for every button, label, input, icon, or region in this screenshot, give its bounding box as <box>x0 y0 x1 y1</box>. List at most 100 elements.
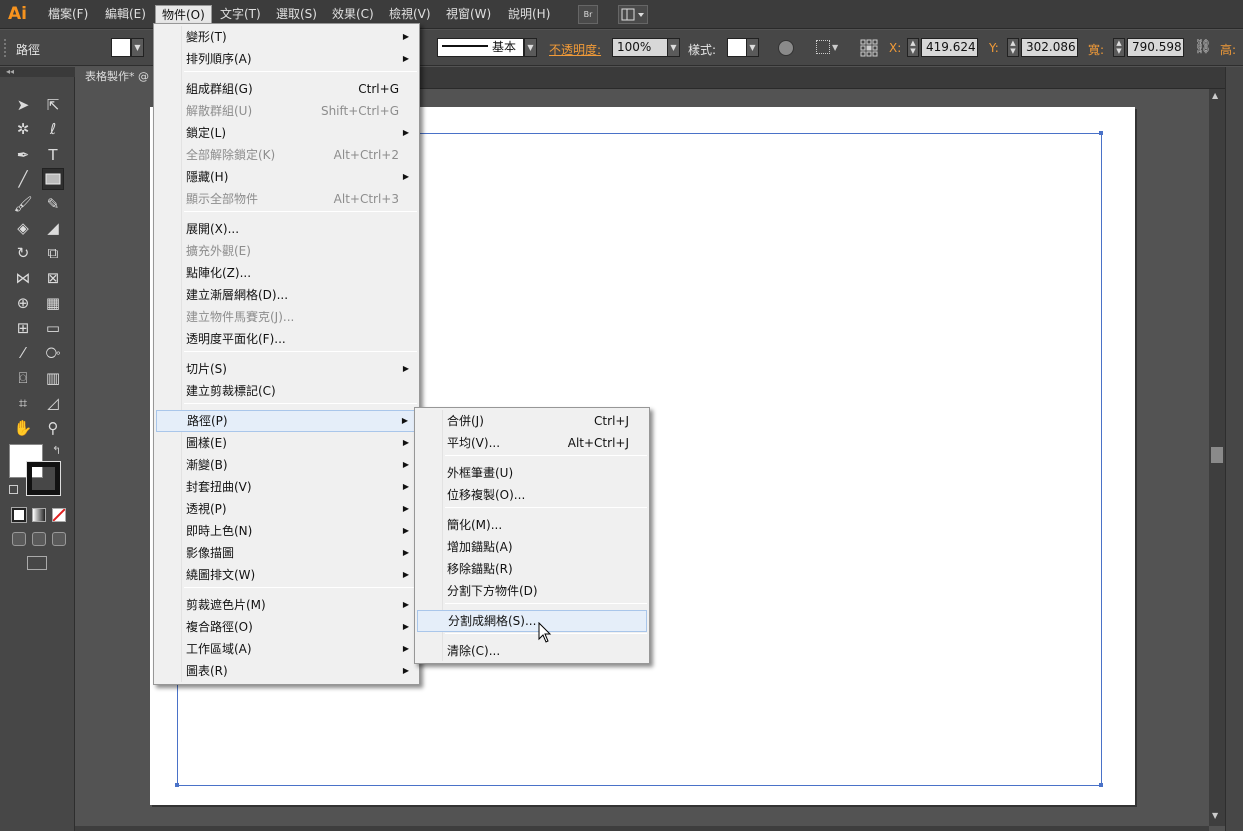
object-menu-item[interactable]: 複合路徑(O) ▶ <box>156 616 417 638</box>
scroll-down-icon[interactable]: ▼ <box>1212 811 1218 820</box>
symbol-sprayer-tool-icon[interactable]: ⌼ <box>12 367 34 389</box>
object-menu-item[interactable]: 變形(T) ▶ <box>156 26 417 48</box>
stroke-style-field[interactable]: 基本 <box>437 38 524 57</box>
align-to-dropdown-icon[interactable]: ▼ <box>832 43 838 52</box>
object-menu-item[interactable]: 封套扭曲(V) ▶ <box>156 476 417 498</box>
object-menu-item[interactable]: 繞圖排文(W) ▶ <box>156 564 417 586</box>
free-transform-tool-icon[interactable]: ⊠ <box>42 267 64 289</box>
path-submenu-item[interactable]: 合併(J) Ctrl+J <box>417 410 647 432</box>
fill-dropdown[interactable]: ▼ <box>131 38 144 57</box>
horizontal-scrollbar[interactable] <box>75 826 1209 831</box>
selection-tool-icon[interactable]: ➤ <box>12 94 34 116</box>
default-colors-icon[interactable] <box>9 485 18 494</box>
pencil-tool-icon[interactable]: ✎ <box>42 193 64 215</box>
draw-behind-icon[interactable] <box>32 532 46 546</box>
vertical-scroll-thumb[interactable] <box>1211 447 1223 463</box>
scale-tool-icon[interactable]: ⧉ <box>42 242 64 264</box>
gradient-mode-icon[interactable] <box>32 508 46 522</box>
x-field[interactable]: 419.624 <box>921 38 978 57</box>
object-menu-item[interactable]: 透視(P) ▶ <box>156 498 417 520</box>
object-menu-item[interactable]: 隱藏(H) ▶ <box>156 166 417 188</box>
path-submenu-item[interactable]: 位移複製(O)... <box>417 484 647 506</box>
fill-swatch[interactable] <box>111 38 131 57</box>
workspace-layout-icon[interactable] <box>618 5 648 24</box>
object-menu-item[interactable]: 點陣化(Z)... <box>156 262 417 284</box>
none-mode-icon[interactable] <box>52 508 66 522</box>
width-tool-icon[interactable]: ⋈ <box>12 267 34 289</box>
artboard-tool-icon[interactable]: ⌗ <box>12 392 34 414</box>
recolor-icon[interactable] <box>778 40 794 56</box>
menu-window[interactable]: 視窗(W) <box>440 5 497 24</box>
menu-edit[interactable]: 編輯(E) <box>99 5 152 24</box>
x-stepper[interactable]: ▲ ▼ <box>907 38 919 57</box>
stroke-color-icon[interactable] <box>26 461 61 496</box>
menu-effect[interactable]: 效果(C) <box>326 5 380 24</box>
object-menu-item[interactable]: 路徑(P) ▶ <box>156 410 417 432</box>
y-stepper[interactable]: ▲ ▼ <box>1007 38 1019 57</box>
style-swatch[interactable] <box>727 38 747 57</box>
perspective-grid-tool-icon[interactable]: ▦ <box>42 292 64 314</box>
object-menu-item[interactable]: 影像描圖 ▶ <box>156 542 417 564</box>
opacity-label[interactable]: 不透明度: <box>549 41 601 58</box>
align-to-icon[interactable] <box>816 40 830 54</box>
scroll-up-icon[interactable]: ▲ <box>1212 91 1218 100</box>
rotate-tool-icon[interactable]: ↻ <box>12 242 34 264</box>
object-menu-item[interactable]: 圖樣(E) ▶ <box>156 432 417 454</box>
paintbrush-tool-icon[interactable]: 🖌 <box>12 193 34 215</box>
screen-mode-icon[interactable] <box>27 556 47 570</box>
color-mode-icon[interactable] <box>11 507 27 523</box>
draw-inside-icon[interactable] <box>52 532 66 546</box>
menu-help[interactable]: 說明(H) <box>502 5 556 24</box>
constrain-link-icon[interactable]: ⛓ <box>1194 39 1212 55</box>
collapse-panel-icon[interactable]: ◂◂ <box>0 67 75 77</box>
column-graph-tool-icon[interactable]: ▥ <box>42 367 64 389</box>
bridge-icon[interactable]: Br <box>578 5 598 24</box>
hand-tool-icon[interactable]: ✋ <box>12 417 34 439</box>
object-menu-item[interactable]: 建立漸層網格(D)... <box>156 284 417 306</box>
draw-normal-icon[interactable] <box>12 532 26 546</box>
object-menu-item[interactable]: 透明度平面化(F)... <box>156 328 417 350</box>
path-submenu-item[interactable]: 簡化(M)... <box>417 514 647 536</box>
object-menu-item[interactable]: 圖表(R) ▶ <box>156 660 417 682</box>
path-submenu-item[interactable]: 平均(V)... Alt+Ctrl+J <box>417 432 647 454</box>
pen-tool-icon[interactable]: ✒ <box>12 144 34 166</box>
menu-select[interactable]: 選取(S) <box>270 5 323 24</box>
width-field[interactable]: 790.598 <box>1127 38 1184 57</box>
blob-brush-tool-icon[interactable]: ◈ <box>12 217 34 239</box>
zoom-tool-icon[interactable]: ⚲ <box>42 417 64 439</box>
style-dropdown[interactable]: ▼ <box>746 38 759 57</box>
mesh-tool-icon[interactable]: ⊞ <box>12 317 34 339</box>
document-tab[interactable]: 表格製作* @ <box>75 67 155 89</box>
eraser-tool-icon[interactable]: ◢ <box>42 217 64 239</box>
object-menu-item[interactable]: 漸變(B) ▶ <box>156 454 417 476</box>
object-menu-item[interactable]: 組成群組(G) Ctrl+G <box>156 78 417 100</box>
object-menu-item[interactable]: 剪裁遮色片(M) ▶ <box>156 594 417 616</box>
y-field[interactable]: 302.086 <box>1021 38 1078 57</box>
line-tool-icon[interactable]: ╱ <box>12 168 34 190</box>
object-menu-item[interactable]: 切片(S) ▶ <box>156 358 417 380</box>
menu-object[interactable]: 物件(O) <box>155 5 212 24</box>
object-menu-item[interactable]: 鎖定(L) ▶ <box>156 122 417 144</box>
anchor-point[interactable] <box>175 783 179 787</box>
object-menu-item[interactable]: 工作區域(A) ▶ <box>156 638 417 660</box>
lasso-tool-icon[interactable]: ℓ <box>42 118 64 140</box>
object-menu-item[interactable]: 展開(X)... <box>156 218 417 240</box>
width-stepper[interactable]: ▲ ▼ <box>1113 38 1125 57</box>
shape-builder-tool-icon[interactable]: ⊕ <box>12 292 34 314</box>
anchor-point[interactable] <box>1099 131 1103 135</box>
object-menu-item[interactable]: 排列順序(A) ▶ <box>156 48 417 70</box>
slice-tool-icon[interactable]: ◿ <box>42 392 64 414</box>
object-menu-item[interactable]: 建立剪裁標記(C) <box>156 380 417 402</box>
blend-tool-icon[interactable]: ⧂ <box>42 342 64 364</box>
reference-point-icon[interactable] <box>860 39 878 57</box>
opacity-field[interactable]: 100% <box>612 38 668 57</box>
menu-type[interactable]: 文字(T) <box>214 5 267 24</box>
magic-wand-tool-icon[interactable]: ✲ <box>12 118 34 140</box>
type-tool-icon[interactable]: T <box>42 144 64 166</box>
menu-view[interactable]: 檢視(V) <box>383 5 437 24</box>
vertical-scrollbar[interactable]: ▲ ▼ <box>1209 89 1225 826</box>
swap-colors-icon[interactable]: ↰ <box>52 444 61 457</box>
path-submenu-item[interactable]: 外框筆畫(U) <box>417 462 647 484</box>
rectangle-tool-icon[interactable] <box>42 168 64 190</box>
path-submenu-item[interactable]: 分割下方物件(D) <box>417 580 647 602</box>
